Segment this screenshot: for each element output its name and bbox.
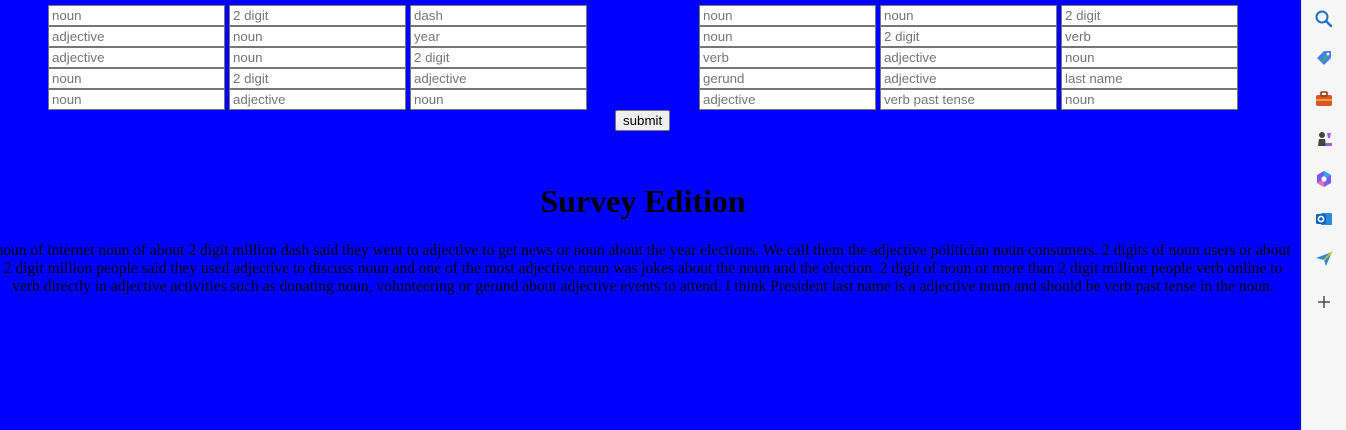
word-input[interactable] [229,89,406,110]
word-input[interactable] [229,26,406,47]
send-icon[interactable] [1310,245,1338,273]
chess-icon[interactable] [1310,125,1338,153]
search-icon[interactable] [1310,5,1338,33]
word-input[interactable] [410,47,587,68]
page-title: Survey Edition [540,183,746,219]
submit-button[interactable]: submit [615,110,671,131]
word-input[interactable] [699,68,876,89]
word-input[interactable] [48,89,225,110]
word-input[interactable] [1061,5,1238,26]
word-input[interactable] [880,26,1057,47]
word-input[interactable] [880,47,1057,68]
word-input[interactable] [48,47,225,68]
word-input[interactable] [880,5,1057,26]
word-input[interactable] [410,68,587,89]
word-input[interactable] [229,68,406,89]
browser-sidebar [1301,0,1346,430]
right-input-grid [699,5,1238,110]
word-input[interactable] [1061,47,1238,68]
outlook-icon[interactable] [1310,205,1338,233]
word-input[interactable] [1061,68,1238,89]
story-text: noun of internet noun of about 2 digit m… [0,242,1291,295]
left-input-grid [48,5,587,110]
word-input[interactable] [699,47,876,68]
plus-icon[interactable] [1310,288,1338,316]
word-input[interactable] [48,5,225,26]
word-input[interactable] [699,89,876,110]
copilot-icon[interactable] [1310,165,1338,193]
word-input[interactable] [1061,26,1238,47]
word-input[interactable] [410,26,587,47]
word-input[interactable] [699,26,876,47]
word-input[interactable] [880,89,1057,110]
page: submit Survey Edition noun of internet n… [0,0,1302,430]
briefcase-icon[interactable] [1310,85,1338,113]
tag-icon[interactable] [1310,45,1338,73]
word-input[interactable] [699,5,876,26]
word-input[interactable] [48,68,225,89]
word-input[interactable] [880,68,1057,89]
word-input[interactable] [229,47,406,68]
word-input[interactable] [410,89,587,110]
word-input[interactable] [48,26,225,47]
word-input[interactable] [1061,89,1238,110]
word-input[interactable] [229,5,406,26]
word-input[interactable] [410,5,587,26]
